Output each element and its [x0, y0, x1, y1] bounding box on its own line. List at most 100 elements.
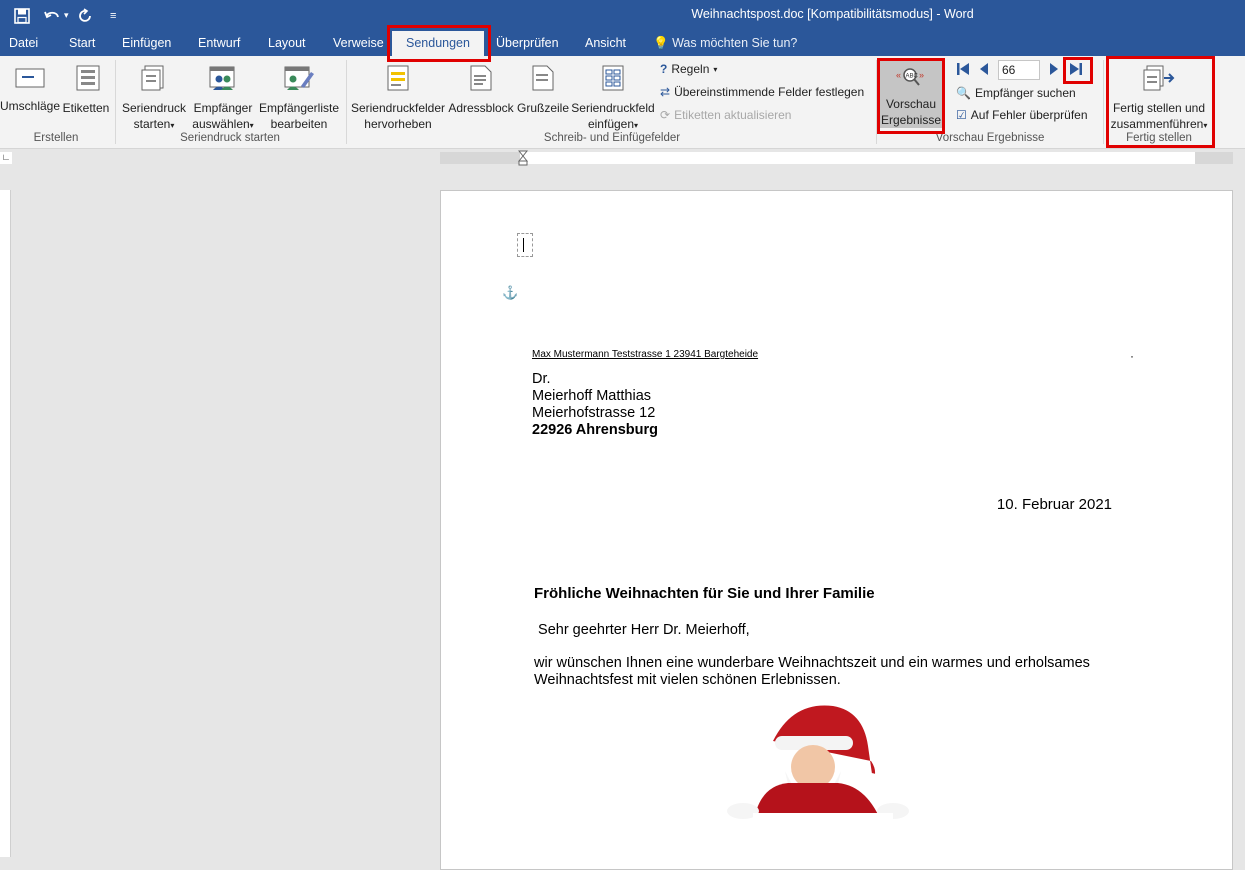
empfaengerliste-bearbeiten-button[interactable]: Empfängerliste bearbeiten: [256, 64, 342, 132]
seriendruck-starten-button[interactable]: Seriendruck starten▾: [118, 64, 190, 134]
seriendruckfeld-einfuegen-button[interactable]: Seriendruckfeld einfügen▾: [571, 64, 655, 134]
fertig-stellen-button[interactable]: Fertig stellen und zusammenführen▾: [1106, 64, 1212, 134]
check-errors-icon: ☑: [956, 108, 967, 122]
preview-results-icon: « »ABC: [896, 68, 924, 86]
etiketten-button[interactable]: Etiketten: [60, 64, 112, 116]
empfaenger-suchen-button[interactable]: 🔍 Empfänger suchen: [956, 86, 1076, 100]
einfuegen-label-1: Seriendruckfeld: [571, 101, 655, 115]
rules-icon: ?: [660, 62, 668, 76]
santa-image: [713, 701, 923, 826]
tab-sendungen[interactable]: Sendungen: [392, 31, 484, 56]
dropdown-arrow-icon: ▾: [634, 121, 639, 130]
indent-marker-icon[interactable]: [517, 150, 529, 166]
window-title: Weihnachtspost.doc [Kompatibilitätsmodus…: [691, 7, 974, 21]
tell-me-text: Was möchten Sie tun?: [672, 36, 798, 50]
letter-body: wir wünschen Ihnen eine wunderbare Weihn…: [534, 655, 1090, 688]
match-fields-icon: ⇄: [660, 85, 671, 99]
anchor-icon: ⚓: [502, 285, 519, 300]
group-separator: [346, 60, 347, 144]
einfuegen-label-2: einfügen: [587, 117, 635, 131]
insert-merge-field-icon: [602, 65, 624, 91]
record-number-input[interactable]: 66: [998, 60, 1040, 80]
address-block: Dr. Meierhoff Matthias Meierhofstrasse 1…: [532, 371, 658, 439]
etiketten-label: Etiketten: [62, 101, 110, 115]
group-separator: [1103, 60, 1104, 144]
grusszeile-button[interactable]: Grußzeile: [515, 64, 571, 116]
sender-line: Max Mustermann Teststrasse 1 23941 Bargt…: [532, 349, 759, 360]
tab-verweise[interactable]: Verweise: [333, 36, 384, 50]
mail-merge-icon: [141, 65, 164, 91]
horizontal-ruler[interactable]: [440, 150, 1233, 166]
greeting-line-icon: [532, 65, 554, 91]
dropdown-arrow-icon: ▾: [170, 121, 175, 130]
bearbeiten-label-1: Empfängerliste: [258, 101, 340, 115]
address-name: Meierhoff Matthias: [532, 388, 652, 404]
svg-text:ABC: ABC: [906, 74, 919, 80]
umschlaege-label: Umschläge: [0, 99, 61, 113]
tab-entwurf[interactable]: Entwurf: [198, 36, 240, 50]
tab-ansicht[interactable]: Ansicht: [585, 36, 626, 50]
uebereinst-label: Übereinstimmende Felder festlegen: [674, 85, 865, 99]
previous-record-icon[interactable]: [978, 62, 990, 79]
tab-selector-icon[interactable]: ∟: [0, 152, 12, 164]
group-label-seriendruck-starten: Seriendruck starten: [180, 132, 280, 144]
ribbon: Umschläge Etiketten Erstellen Seriendruc…: [0, 56, 1245, 149]
letter-date: 10. Februar 2021: [996, 496, 1112, 513]
umschlaege-button[interactable]: Umschläge: [0, 64, 60, 114]
select-recipients-icon: [209, 66, 235, 90]
group-separator: [115, 60, 116, 144]
adressblock-label: Adressblock: [448, 101, 514, 115]
address-street: Meierhofstrasse 12: [532, 405, 656, 421]
svg-text:«: «: [896, 70, 901, 80]
regeln-button[interactable]: ? Regeln ▾: [660, 62, 717, 76]
finish-merge-icon: [1143, 65, 1175, 91]
dropdown-arrow-icon: ▾: [1203, 121, 1208, 130]
next-record-icon[interactable]: [1048, 62, 1060, 79]
tab-datei[interactable]: Datei: [9, 36, 38, 50]
tab-layout[interactable]: Layout: [268, 36, 306, 50]
highlight-fields-icon: [387, 65, 409, 91]
letter-subject: Fröhliche Weihnachten für Sie und Ihrer …: [534, 585, 875, 602]
seriendruck-starten-label-2: starten: [133, 117, 171, 131]
labels-icon: [76, 65, 100, 91]
tab-ueberpruefen[interactable]: Überprüfen: [496, 36, 559, 50]
regeln-label: Regeln: [671, 62, 710, 76]
tab-start[interactable]: Start: [69, 36, 95, 50]
letter-greeting: Sehr geehrter Herr Dr. Meierhoff,: [534, 622, 750, 638]
empfaenger-label-2: auswählen: [192, 117, 250, 131]
seriendruck-starten-label-1: Seriendruck: [121, 101, 187, 115]
vertical-ruler[interactable]: [0, 190, 11, 857]
lightbulb-icon: 💡: [653, 36, 669, 50]
update-labels-icon: ⟳: [660, 108, 671, 122]
ribbon-tabs: Datei Start Einfügen Entwurf Layout Verw…: [0, 31, 1245, 56]
document-page[interactable]: ⚓ Max Mustermann Teststrasse 1 23941 Bar…: [440, 190, 1233, 870]
grusszeile-label: Grußzeile: [516, 101, 569, 115]
group-label-fertig: Fertig stellen: [1126, 132, 1192, 144]
dropdown-arrow-icon: ▾: [713, 64, 718, 74]
first-record-icon[interactable]: [956, 62, 970, 79]
hervorheben-label-2: hervorheben: [364, 117, 432, 131]
group-label-vorschau: Vorschau Ergebnisse: [935, 132, 1045, 144]
tell-me-box[interactable]: 💡 Was möchten Sie tun?: [653, 36, 797, 51]
svg-text:»: »: [919, 70, 924, 80]
empfaenger-auswaehlen-button[interactable]: Empfänger auswählen▾: [188, 64, 258, 134]
fertig-label-1: Fertig stellen und: [1112, 101, 1206, 115]
group-label-felder: Schreib- und Einfügefelder: [543, 132, 681, 144]
field-marker: ·: [1130, 349, 1134, 363]
hervorheben-label-1: Seriendruckfelder: [350, 101, 446, 115]
find-recipient-icon: 🔍: [956, 86, 971, 100]
vorschau-ergebnisse-button[interactable]: « » ABC Vorschau Ergebnisse: [880, 60, 942, 128]
tab-einfuegen[interactable]: Einfügen: [122, 36, 171, 50]
seriendruckfelder-hervorheben-button[interactable]: Seriendruckfelder hervorheben: [350, 64, 446, 132]
text-cursor-frame[interactable]: [517, 233, 533, 257]
last-record-icon[interactable]: [1069, 62, 1083, 79]
etiketten-aktualisieren-label: Etiketten aktualisieren: [674, 108, 792, 122]
felder-festlegen-button[interactable]: ⇄ Übereinstimmende Felder festlegen: [660, 85, 864, 99]
bearbeiten-label-2: bearbeiten: [270, 117, 328, 131]
etiketten-aktualisieren-button[interactable]: ⟳ Etiketten aktualisieren: [660, 108, 791, 122]
adressblock-button[interactable]: Adressblock: [447, 64, 515, 116]
auf-fehler-ueberpruefen-button[interactable]: ☑ Auf Fehler überprüfen: [956, 108, 1088, 122]
fertig-label-2: zusammenführen: [1110, 117, 1204, 131]
suchen-label: Empfänger suchen: [974, 86, 1076, 100]
fehler-label: Auf Fehler überprüfen: [970, 108, 1088, 122]
